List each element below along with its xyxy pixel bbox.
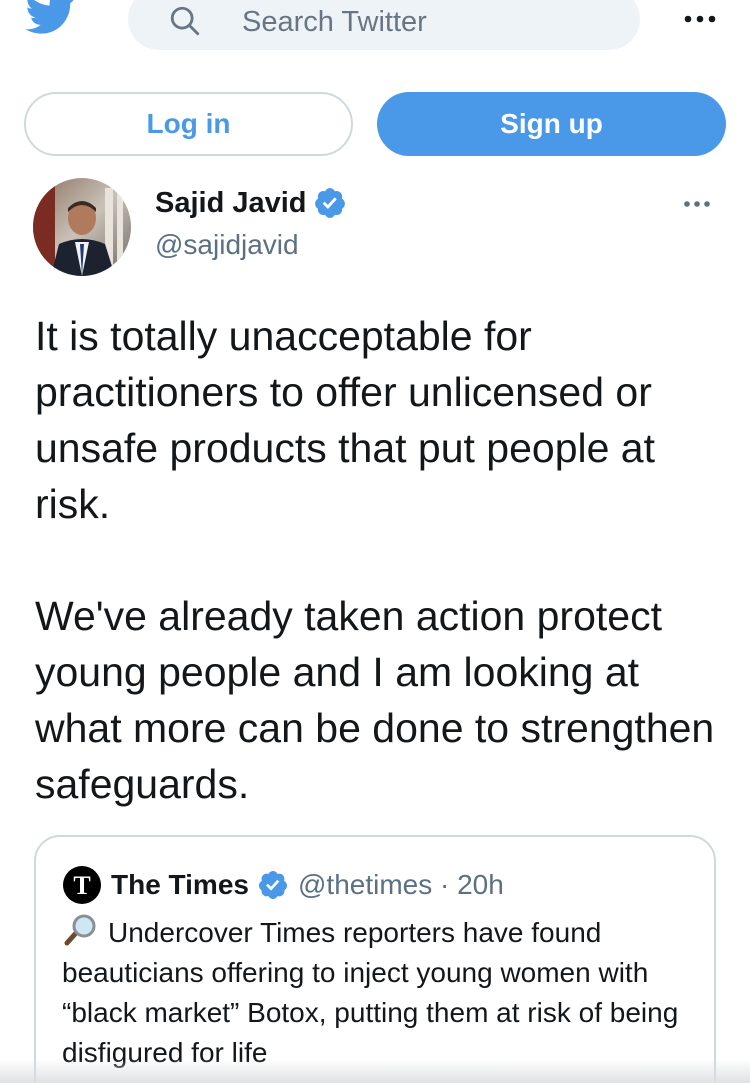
login-button[interactable]: Log in <box>24 92 353 156</box>
bottom-bar-edge <box>0 1059 750 1083</box>
search-icon <box>170 6 200 36</box>
magnifying-glass-emoji-icon <box>64 914 96 946</box>
tweet-paragraph: We've already taken action protect young… <box>35 593 715 807</box>
quoted-tweet-card[interactable]: T The Times @thetimes · 20h Undercover T… <box>34 835 716 1083</box>
tweet-paragraph: It is totally unacceptable for practitio… <box>35 313 656 527</box>
tweet-text: It is totally unacceptable for practitio… <box>35 308 725 812</box>
svg-text:T: T <box>73 871 90 900</box>
verified-badge-icon <box>314 188 345 218</box>
quoted-text-body: Undercover Times reporters have found be… <box>62 917 679 1068</box>
more-horizontal-icon[interactable] <box>682 10 718 28</box>
avatar[interactable] <box>33 178 131 276</box>
signup-button[interactable]: Sign up <box>377 92 726 156</box>
author-name: Sajid Javid <box>155 186 307 219</box>
tweet-more-icon[interactable] <box>682 196 712 212</box>
twitter-bird-icon[interactable] <box>24 0 78 38</box>
author-handle[interactable]: @sajidjavid <box>155 229 299 261</box>
search-placeholder: Search Twitter <box>242 6 427 38</box>
search-input[interactable]: Search Twitter <box>128 0 640 50</box>
quoted-tweet-header: T The Times @thetimes · 20h <box>62 865 504 905</box>
the-times-logo-icon: T <box>63 866 101 904</box>
quoted-tweet-text: Undercover Times reporters have found be… <box>62 913 702 1073</box>
quoted-handle-time: @thetimes · 20h <box>297 869 504 900</box>
author-name-row[interactable]: Sajid Javid <box>155 186 347 220</box>
tweet-page: Search Twitter Log in Sign up Sajid Javi… <box>0 0 750 1083</box>
verified-badge-icon <box>258 871 287 899</box>
quoted-author-name: The Times <box>111 869 249 900</box>
